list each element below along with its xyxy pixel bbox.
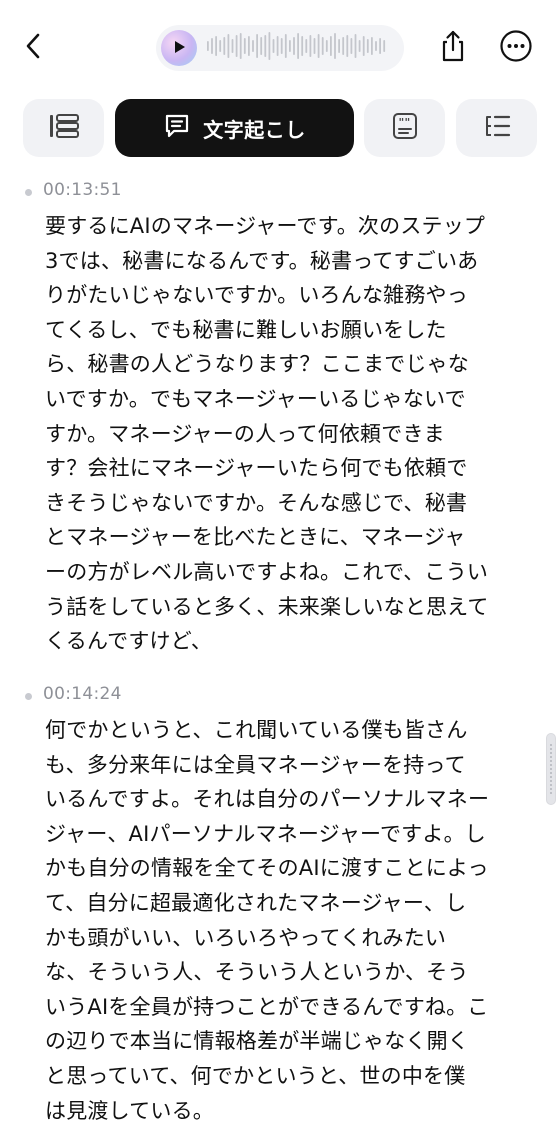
transcript-segment[interactable]: 00:14:24 何でかというと、これ聞いている僕も皆さん も、多分来年には全員…	[0, 682, 560, 1128]
audio-player[interactable]	[156, 25, 404, 71]
tab-transcript[interactable]: 文字起こし	[115, 99, 354, 157]
waveform-bar	[358, 40, 361, 52]
waveform-bar	[223, 37, 226, 55]
waveform-bar	[346, 35, 349, 57]
waveform-bar	[215, 36, 217, 56]
waveform-bar	[379, 38, 381, 54]
waveform-bar	[293, 37, 295, 55]
svg-text:": "	[398, 116, 404, 129]
waveform-bar	[375, 41, 377, 51]
waveform-bar	[231, 39, 234, 53]
timestamp-dot-icon	[25, 693, 32, 700]
waveform-bar	[268, 32, 271, 60]
waveform-icon[interactable]	[205, 29, 391, 67]
waveform-bar	[338, 39, 340, 53]
waveform-bar	[350, 38, 353, 54]
segment-timestamp[interactable]: 00:13:51	[43, 180, 122, 200]
waveform-bar	[297, 33, 299, 59]
waveform-bar	[243, 38, 246, 54]
waveform-bar	[256, 34, 258, 58]
waveform-bar	[219, 40, 222, 52]
tab-outline[interactable]	[456, 99, 537, 157]
waveform-bar	[301, 36, 304, 56]
back-button[interactable]	[18, 30, 48, 66]
waveform-bar	[371, 37, 373, 55]
waveform-bar	[248, 36, 250, 56]
waveform-bar	[272, 39, 275, 53]
waveform-bar	[260, 37, 263, 55]
more-button[interactable]	[498, 30, 534, 66]
list-icon	[48, 113, 80, 143]
waveform-bar	[383, 40, 386, 52]
waveform-bar	[313, 38, 316, 54]
waveform-bar	[321, 37, 324, 55]
waveform-bar	[366, 39, 369, 53]
waveform-bar	[305, 39, 308, 53]
waveform-bar	[276, 36, 279, 56]
transcript-segment[interactable]: 00:13:51 要するにAIのマネージャーです。次のステップ 3では、秘書にな…	[0, 178, 560, 659]
waveform-bar	[284, 34, 287, 58]
waveform-bar	[317, 34, 320, 58]
waveform-bar	[309, 35, 312, 57]
segment-text: 要するにAIのマネージャーです。次のステップ 3では、秘書になるんです。秘書って…	[45, 214, 489, 654]
segment-header: 00:14:24	[0, 682, 560, 710]
tab-transcript-label: 文字起こし	[203, 117, 306, 142]
timestamp-dot-icon	[25, 189, 32, 196]
share-button[interactable]	[435, 30, 471, 66]
waveform-bar	[362, 36, 365, 56]
waveform-bar	[334, 33, 336, 59]
waveform-bar	[211, 38, 213, 54]
scroll-grip-icon	[550, 744, 552, 794]
chat-bubble-icon	[163, 112, 191, 144]
waveform-bar	[342, 37, 345, 55]
top-bar	[0, 0, 560, 92]
svg-text:": "	[404, 116, 410, 129]
play-icon	[172, 39, 186, 58]
play-button[interactable]	[161, 30, 197, 66]
scrollbar-thumb[interactable]	[546, 733, 556, 805]
segment-timestamp[interactable]: 00:14:24	[43, 684, 122, 704]
waveform-bar	[227, 34, 230, 58]
tab-summary[interactable]: " "	[364, 99, 445, 157]
more-icon	[499, 29, 533, 67]
chevron-left-icon	[23, 31, 43, 65]
waveform-bar	[239, 33, 242, 59]
waveform-bar	[207, 41, 209, 51]
waveform-bar	[280, 38, 283, 54]
waveform-bar	[330, 36, 332, 56]
share-icon	[438, 29, 468, 67]
waveform-bar	[264, 35, 267, 57]
tab-list[interactable]	[23, 99, 104, 157]
waveform-bar	[235, 35, 238, 57]
waveform-bar	[252, 40, 254, 52]
waveform-bar	[354, 34, 357, 58]
view-tabs: 文字起こし " "	[0, 99, 560, 157]
waveform-bar	[325, 40, 328, 52]
summary-quote-icon: " "	[392, 112, 418, 144]
outline-icon	[482, 113, 512, 143]
waveform-bar	[289, 40, 291, 52]
segment-header: 00:13:51	[0, 178, 560, 206]
segment-text: 何でかというと、これ聞いている僕も皆さん も、多分来年には全員マネージャーを持っ…	[45, 718, 490, 1123]
